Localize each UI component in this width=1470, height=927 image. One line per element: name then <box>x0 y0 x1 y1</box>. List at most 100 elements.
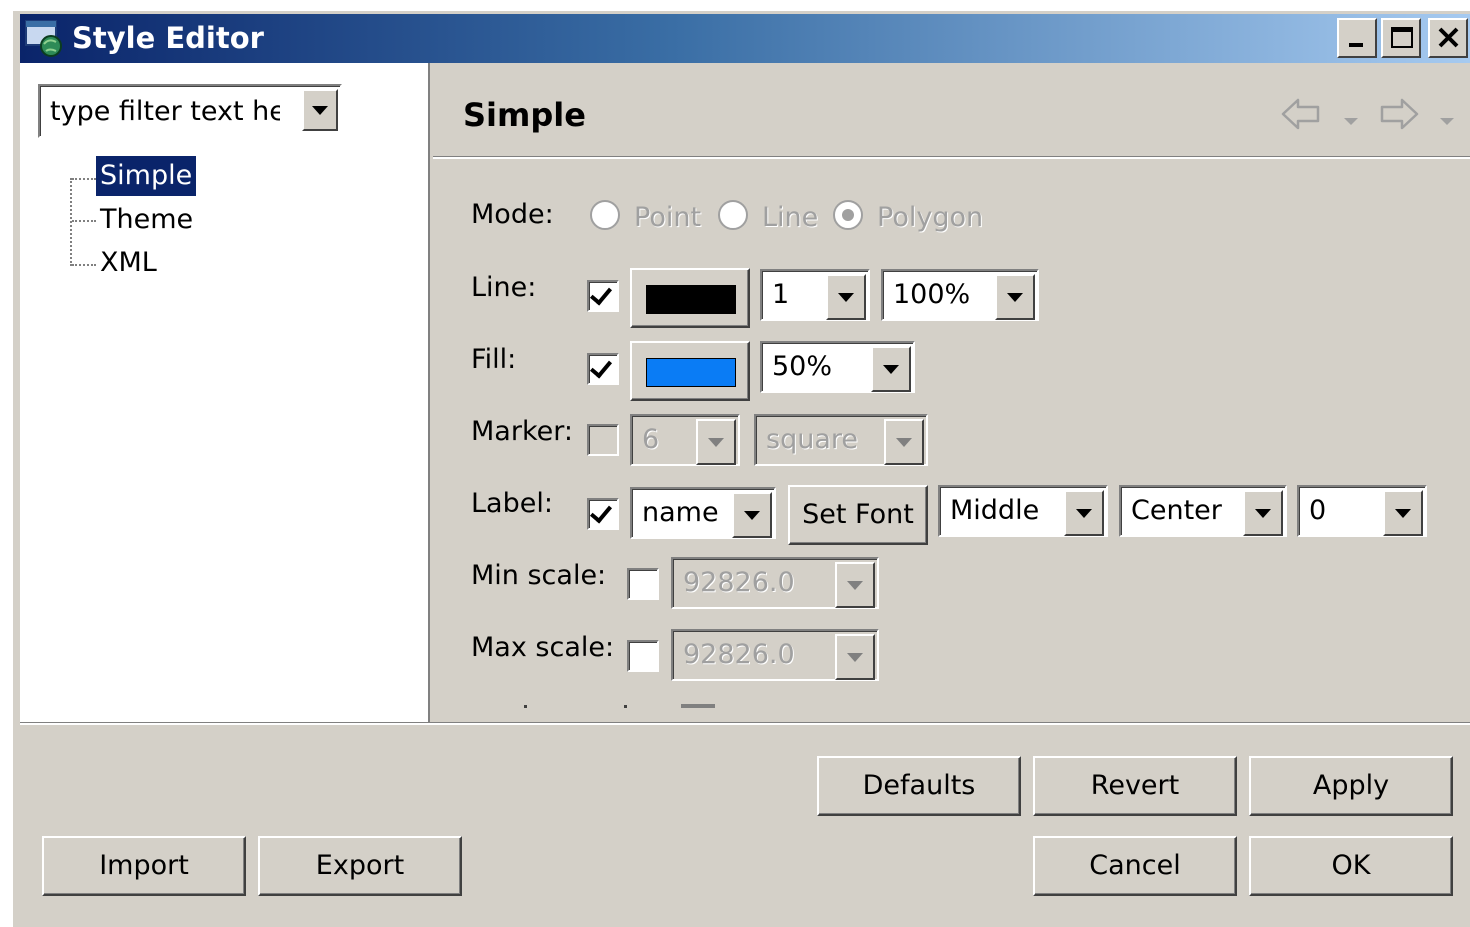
label-horizontal-placement-combo[interactable]: Center <box>1119 485 1287 537</box>
import-button-label: Import <box>99 850 189 881</box>
fill-label: Fill: <box>471 344 517 375</box>
line-label: Line: <box>471 272 537 303</box>
max-scale-dropdown-button[interactable] <box>835 634 875 680</box>
label-attribute-combo[interactable]: name <box>630 487 776 539</box>
back-arrow-icon <box>1281 98 1320 130</box>
tree-connector <box>72 264 96 266</box>
tree-connector <box>72 178 96 180</box>
revert-button-label: Revert <box>1090 770 1180 801</box>
label-enabled-checkbox[interactable] <box>587 498 619 530</box>
marker-size-value: 6 <box>642 424 660 455</box>
min-scale-checkbox[interactable] <box>627 568 659 600</box>
tree-connector <box>70 178 72 266</box>
maximize-button[interactable] <box>1381 18 1421 58</box>
marker-shape-combo[interactable]: square <box>754 414 928 466</box>
close-icon <box>1438 27 1459 48</box>
label-vertical-value: Middle <box>950 495 1040 526</box>
tree-item-theme[interactable]: Theme <box>96 200 197 240</box>
min-scale-combo[interactable]: 92826.0 <box>671 557 879 609</box>
marker-size-dropdown-button[interactable] <box>696 419 736 465</box>
page-title: Simple <box>463 96 586 134</box>
marker-shape-dropdown-button[interactable] <box>884 419 924 465</box>
tree-item-xml[interactable]: XML <box>96 243 161 283</box>
max-scale-combo[interactable]: 92826.0 <box>671 629 879 681</box>
forward-button[interactable] <box>1376 96 1420 132</box>
min-scale-value: 92826.0 <box>683 567 795 598</box>
maximize-icon <box>1391 27 1413 48</box>
line-width-combo[interactable]: 1 <box>760 269 870 321</box>
app-icon <box>24 18 66 58</box>
apply-button-label: Apply <box>1312 770 1390 801</box>
ok-button[interactable]: OK <box>1249 836 1453 896</box>
revert-button[interactable]: Revert <box>1033 756 1237 816</box>
clipped-row-fragment <box>524 705 527 708</box>
marker-label: Marker: <box>471 416 573 447</box>
line-opacity-combo[interactable]: 100% <box>881 269 1039 321</box>
defaults-button-label: Defaults <box>862 770 976 801</box>
mode-polygon-radio[interactable] <box>833 200 863 230</box>
label-horizontal-dropdown-button[interactable] <box>1243 490 1283 536</box>
import-button[interactable]: Import <box>42 836 246 896</box>
tree-item-simple[interactable]: Simple <box>96 156 197 196</box>
marker-shape-value: square <box>766 424 858 455</box>
defaults-button[interactable]: Defaults <box>817 756 1021 816</box>
mode-point-radio[interactable] <box>590 200 620 230</box>
clipped-row-fragment <box>681 704 715 708</box>
button-bar-separator <box>20 722 1470 725</box>
header-separator <box>433 156 1470 159</box>
pane-splitter[interactable] <box>428 63 432 723</box>
label-attribute-dropdown-button[interactable] <box>732 492 772 538</box>
fill-enabled-checkbox[interactable] <box>587 353 619 385</box>
back-history-dropdown[interactable] <box>1340 106 1362 125</box>
filter-combo[interactable] <box>38 84 342 138</box>
mode-line-radio[interactable] <box>718 200 748 230</box>
label-attribute-value: name <box>642 497 719 528</box>
ok-button-label: OK <box>1331 850 1371 881</box>
clipped-row-fragment <box>624 705 627 708</box>
line-opacity-dropdown-button[interactable] <box>995 274 1035 320</box>
filter-input[interactable] <box>50 90 280 132</box>
chevron-down-icon <box>1440 118 1454 125</box>
label-horizontal-value: Center <box>1131 495 1222 526</box>
preference-tree-pane <box>20 63 428 723</box>
chevron-down-icon <box>1344 118 1358 125</box>
label-rotation-value: 0 <box>1309 495 1327 526</box>
set-font-button[interactable]: Set Font <box>788 485 928 545</box>
cancel-button[interactable]: Cancel <box>1033 836 1237 896</box>
back-button[interactable] <box>1280 96 1324 132</box>
mode-label: Mode: <box>471 199 554 230</box>
fill-opacity-combo[interactable]: 50% <box>760 341 915 393</box>
fill-color-button[interactable] <box>630 341 750 401</box>
mode-polygon-label: Polygon <box>877 202 984 233</box>
max-scale-label: Max scale: <box>471 632 615 663</box>
tree-connector <box>72 220 96 222</box>
min-scale-dropdown-button[interactable] <box>835 562 875 608</box>
label-rotation-combo[interactable]: 0 <box>1297 485 1427 537</box>
max-scale-value: 92826.0 <box>683 639 795 670</box>
filter-dropdown-button[interactable] <box>302 89 338 131</box>
marker-enabled-checkbox[interactable] <box>587 424 619 456</box>
label-rotation-dropdown-button[interactable] <box>1383 490 1423 536</box>
fill-opacity-value: 50% <box>772 351 833 382</box>
line-color-button[interactable] <box>630 268 750 328</box>
line-enabled-checkbox[interactable] <box>587 280 619 312</box>
label-vertical-dropdown-button[interactable] <box>1064 490 1104 536</box>
forward-arrow-icon <box>1380 98 1419 130</box>
apply-button[interactable]: Apply <box>1249 756 1453 816</box>
minimize-icon <box>1349 43 1363 47</box>
fill-opacity-dropdown-button[interactable] <box>871 346 911 392</box>
max-scale-checkbox[interactable] <box>627 640 659 672</box>
export-button[interactable]: Export <box>258 836 462 896</box>
close-button[interactable] <box>1428 18 1468 58</box>
forward-history-dropdown[interactable] <box>1436 106 1458 125</box>
line-width-dropdown-button[interactable] <box>826 274 866 320</box>
label-label: Label: <box>471 488 553 519</box>
mode-point-label: Point <box>634 202 702 233</box>
minimize-button[interactable] <box>1337 18 1377 58</box>
line-opacity-value: 100% <box>893 279 971 310</box>
label-vertical-placement-combo[interactable]: Middle <box>938 485 1108 537</box>
window-title: Style Editor <box>72 21 264 55</box>
marker-size-combo[interactable]: 6 <box>630 414 740 466</box>
cancel-button-label: Cancel <box>1089 850 1181 881</box>
min-scale-label: Min scale: <box>471 560 607 591</box>
